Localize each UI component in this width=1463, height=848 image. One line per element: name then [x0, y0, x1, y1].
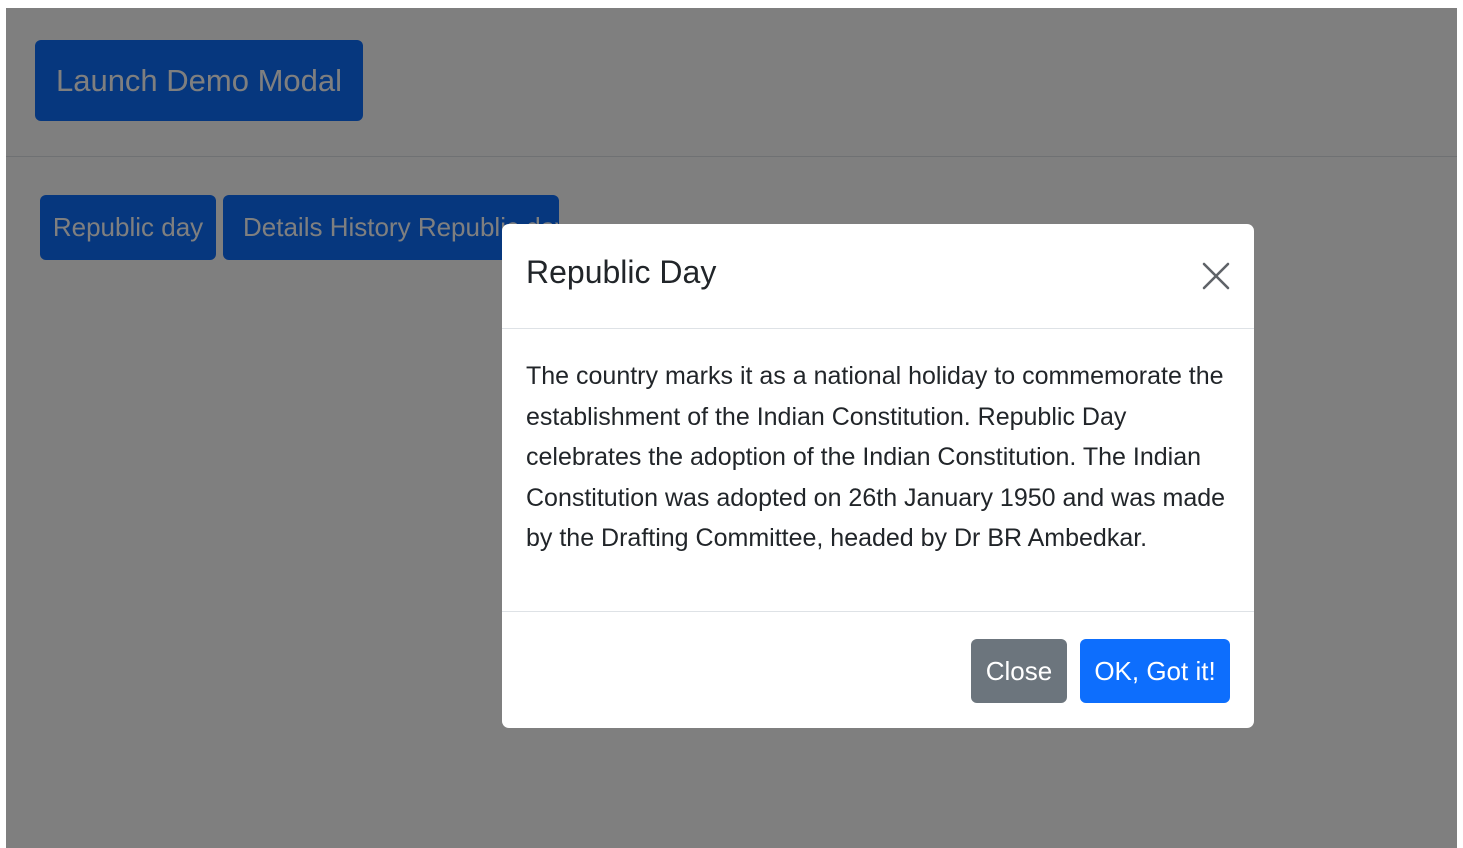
ok-button[interactable]: OK, Got it! [1080, 639, 1230, 703]
modal-body-text: The country marks it as a national holid… [526, 362, 1226, 552]
modal-dialog: Republic Day The country marks it as a n… [502, 224, 1254, 728]
page: Launch Demo Modal Republic day Details H… [0, 0, 1463, 848]
modal-footer: Close OK, Got it! [502, 611, 1254, 728]
modal-header: Republic Day [502, 224, 1254, 329]
close-button[interactable]: Close [971, 639, 1067, 703]
modal-title: Republic Day [526, 254, 717, 290]
close-icon[interactable] [1198, 258, 1234, 294]
